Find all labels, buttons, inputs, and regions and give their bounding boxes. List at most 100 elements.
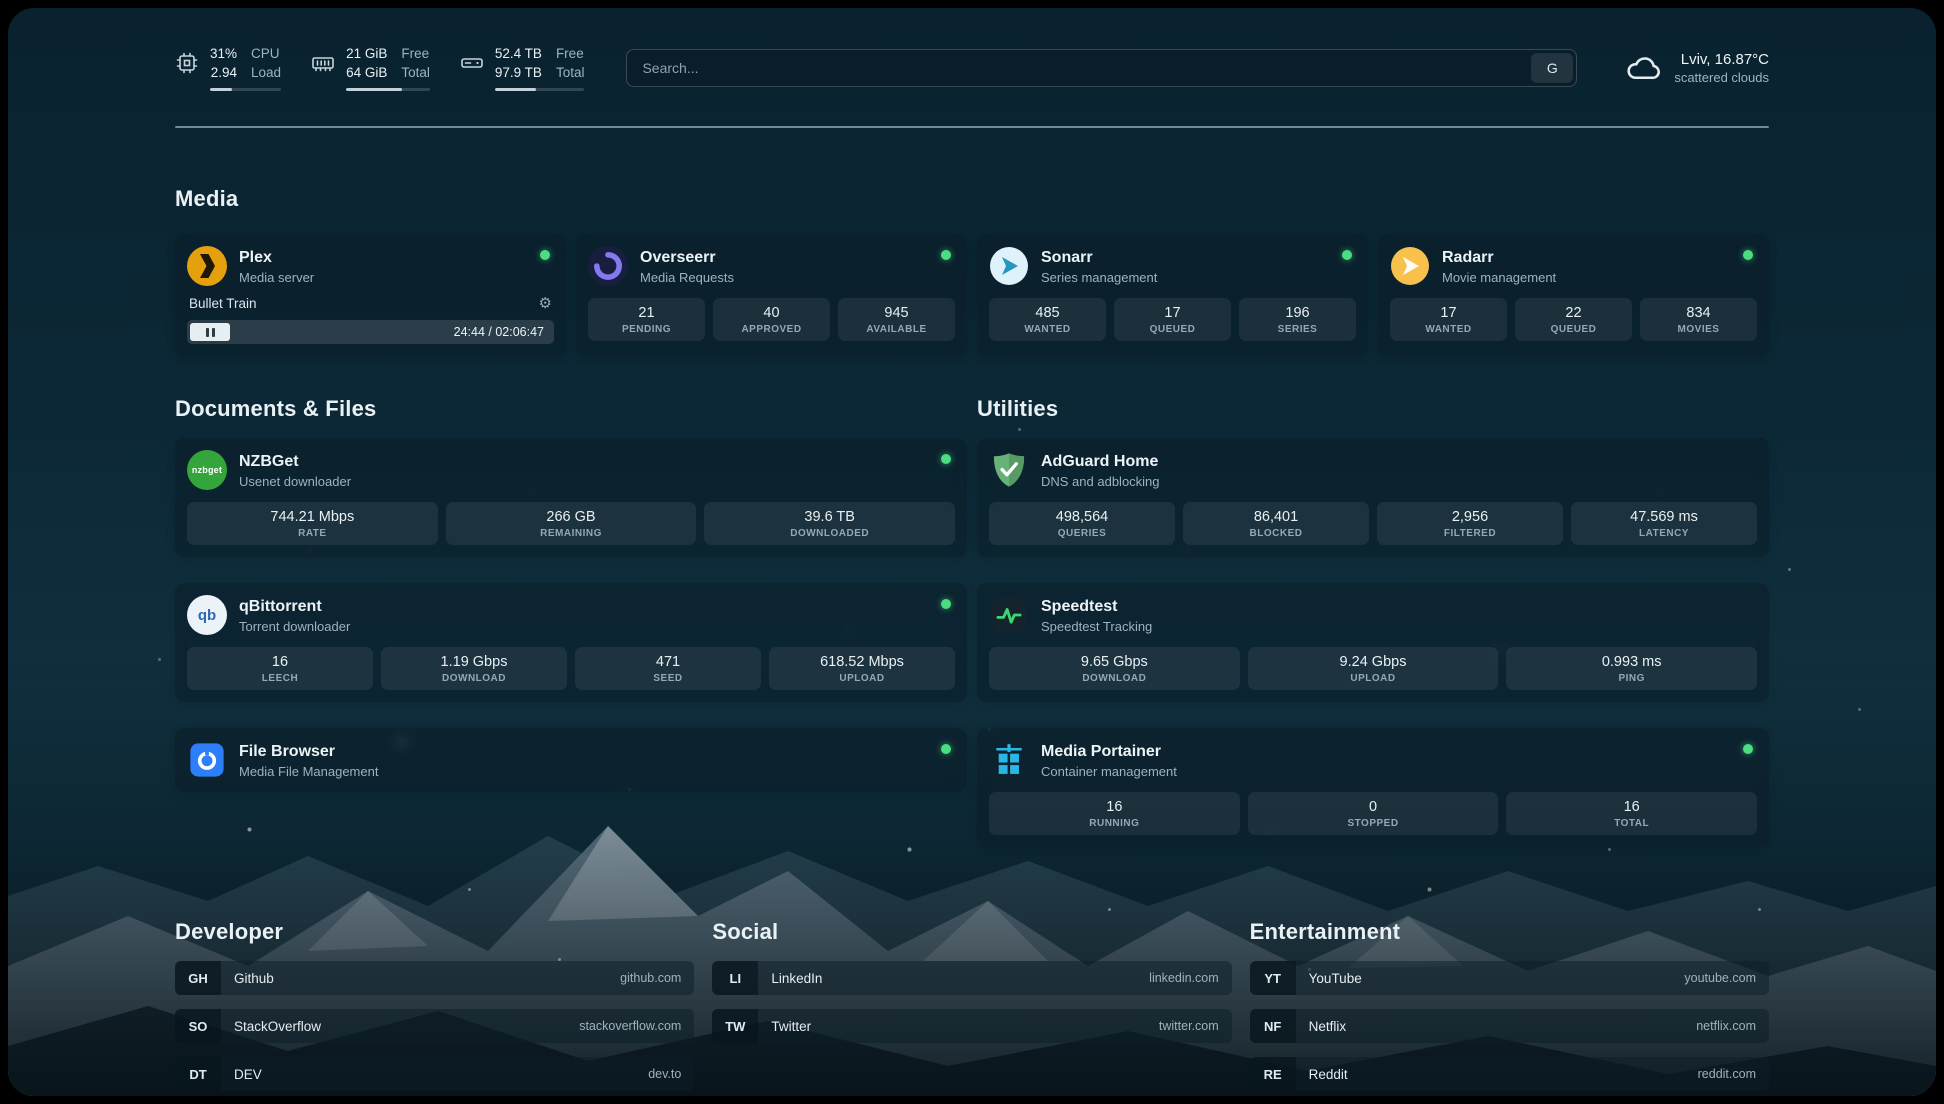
stat-value: 39.6 TB [708, 509, 951, 525]
weather-widget[interactable]: Lviv, 16.87°C scattered clouds [1625, 50, 1769, 86]
memory-icon [311, 51, 335, 75]
disk-usage-meter-fill [495, 88, 536, 91]
bookmark-url: stackoverflow.com [579, 1019, 681, 1033]
stat-value: 0.993 ms [1510, 654, 1753, 670]
bookmark-github[interactable]: GH Github github.com [175, 961, 694, 995]
bookmark-twitter[interactable]: TW Twitter twitter.com [712, 1009, 1231, 1043]
playback-progress-bar[interactable]: 24:44 / 02:06:47 [187, 320, 554, 344]
service-card-sonarr[interactable]: Sonarr Series management 485 WANTED 17 Q… [977, 234, 1368, 356]
bookmark-name: Github [234, 971, 274, 986]
pause-button[interactable] [190, 323, 230, 341]
stat-box: 471 SEED [575, 647, 761, 690]
stat-value: 196 [1243, 305, 1352, 321]
service-card-speedtest[interactable]: Speedtest Speedtest Tracking 9.65 Gbps D… [977, 583, 1769, 702]
service-name: Media Portainer [1041, 742, 1177, 762]
service-card-qbittorrent[interactable]: qb qBittorrent Torrent downloader 16 [175, 583, 967, 702]
disk-total-label: Total [556, 64, 585, 82]
bookmark-dev[interactable]: DT DEV dev.to [175, 1057, 694, 1091]
service-name: AdGuard Home [1041, 452, 1160, 472]
section-title-developer: Developer [175, 919, 694, 945]
cpu-load-label: Load [251, 64, 281, 82]
bookmark-youtube[interactable]: YT YouTube youtube.com [1250, 961, 1769, 995]
search-engine-button[interactable]: G [1531, 53, 1573, 83]
snow-specks [8, 8, 11, 11]
stat-label: SERIES [1243, 324, 1352, 335]
service-card-plex[interactable]: Plex Media server Bullet Train ⚙ 24:44 /… [175, 234, 566, 356]
stat-value: 16 [993, 799, 1236, 815]
bookmark-abbr: NF [1250, 1009, 1296, 1043]
bookmark-abbr: SO [175, 1009, 221, 1043]
stat-box: 47.569 ms LATENCY [1571, 502, 1757, 545]
bookmark-abbr: RE [1250, 1057, 1296, 1091]
plex-icon [187, 246, 227, 286]
stat-label: LEECH [191, 673, 369, 684]
service-subtitle: Speedtest Tracking [1041, 619, 1152, 634]
media-grid: Plex Media server Bullet Train ⚙ 24:44 /… [175, 234, 1769, 356]
pause-icon [206, 328, 209, 337]
service-name: qBittorrent [239, 597, 350, 617]
stat-box: 266 GB REMAINING [446, 502, 697, 545]
bookmark-reddit[interactable]: RE Reddit reddit.com [1250, 1057, 1769, 1091]
bookmark-name: LinkedIn [771, 971, 822, 986]
service-subtitle: Movie management [1442, 270, 1556, 285]
stat-value: 17 [1118, 305, 1227, 321]
service-card-filebrowser[interactable]: File Browser Media File Management [175, 728, 967, 792]
memory-free: 21 GiB [346, 45, 387, 63]
service-subtitle: Media File Management [239, 764, 378, 779]
memory-usage-meter [346, 88, 430, 91]
search-input[interactable] [630, 60, 1531, 76]
section-title-documents: Documents & Files [175, 396, 967, 422]
bookmark-stackoverflow[interactable]: SO StackOverflow stackoverflow.com [175, 1009, 694, 1043]
cpu-label: CPU [251, 45, 281, 63]
stat-value: 618.52 Mbps [773, 654, 951, 670]
bookmark-url: reddit.com [1698, 1067, 1756, 1081]
stat-label: RUNNING [993, 818, 1236, 829]
pause-icon [212, 328, 215, 337]
memory-free-label: Free [401, 45, 430, 63]
stat-label: DOWNLOAD [385, 673, 563, 684]
stat-label: REMAINING [450, 528, 693, 539]
service-subtitle: Container management [1041, 764, 1177, 779]
stat-box: 17 QUEUED [1114, 298, 1231, 341]
bookmark-netflix[interactable]: NF Netflix netflix.com [1250, 1009, 1769, 1043]
disk-usage-meter [495, 88, 585, 91]
service-card-radarr[interactable]: Radarr Movie management 17 WANTED 22 QUE… [1378, 234, 1769, 356]
service-card-portainer[interactable]: Media Portainer Container management 16 … [977, 728, 1769, 847]
playback-time: 24:44 / 02:06:47 [454, 325, 551, 339]
stat-label: PENDING [592, 324, 701, 335]
filebrowser-icon [187, 740, 227, 780]
cloud-icon [1625, 50, 1661, 86]
stat-box: 21 PENDING [588, 298, 705, 341]
radarr-icon [1390, 246, 1430, 286]
resource-cpu: 31% 2.94 CPU Load [175, 45, 281, 90]
search-bar: G [626, 49, 1577, 87]
stat-label: QUEUED [1519, 324, 1628, 335]
disk-total: 97.9 TB [495, 64, 542, 82]
stat-box: 9.65 Gbps DOWNLOAD [989, 647, 1240, 690]
stat-label: LATENCY [1575, 528, 1753, 539]
memory-usage-meter-fill [346, 88, 402, 91]
stat-label: SEED [579, 673, 757, 684]
bookmark-abbr: YT [1250, 961, 1296, 995]
stat-value: 471 [579, 654, 757, 670]
service-card-adguard[interactable]: AdGuard Home DNS and adblocking 498,564 … [977, 438, 1769, 557]
stat-label: RATE [191, 528, 434, 539]
utilities-column: Utilities [977, 396, 1769, 847]
stat-value: 498,564 [993, 509, 1171, 525]
status-online-dot [941, 250, 951, 260]
bookmark-linkedin[interactable]: LI LinkedIn linkedin.com [712, 961, 1231, 995]
qbittorrent-icon-text: qb [198, 607, 216, 624]
stat-value: 834 [1644, 305, 1753, 321]
service-card-nzbget[interactable]: nzbget NZBGet Usenet downloader 744.21 M… [175, 438, 967, 557]
settings-gear-icon[interactable]: ⚙ [539, 296, 552, 311]
service-card-overseerr[interactable]: Overseerr Media Requests 21 PENDING 40 A… [576, 234, 967, 356]
bookmark-abbr: LI [712, 961, 758, 995]
bookmark-group-social: Social LI LinkedIn linkedin.com TW Twitt… [712, 919, 1231, 1091]
stat-value: 0 [1252, 799, 1495, 815]
stat-box: 86,401 BLOCKED [1183, 502, 1369, 545]
portainer-icon [989, 740, 1029, 780]
header-divider [175, 126, 1769, 128]
stat-value: 40 [717, 305, 826, 321]
stat-box: 16 RUNNING [989, 792, 1240, 835]
stat-value: 17 [1394, 305, 1503, 321]
